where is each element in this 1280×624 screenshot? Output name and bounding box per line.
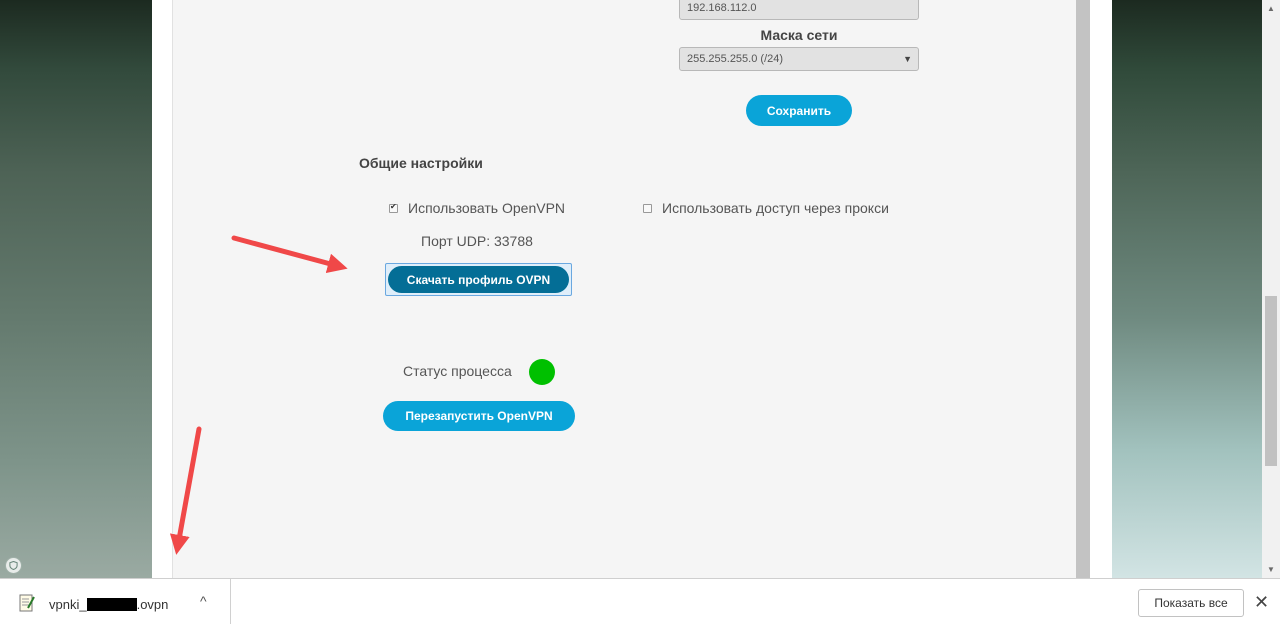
annotation-overlay bbox=[169, 235, 348, 555]
arrow-to-downloaded-file bbox=[169, 426, 202, 555]
arrow-to-download-button bbox=[231, 235, 348, 274]
